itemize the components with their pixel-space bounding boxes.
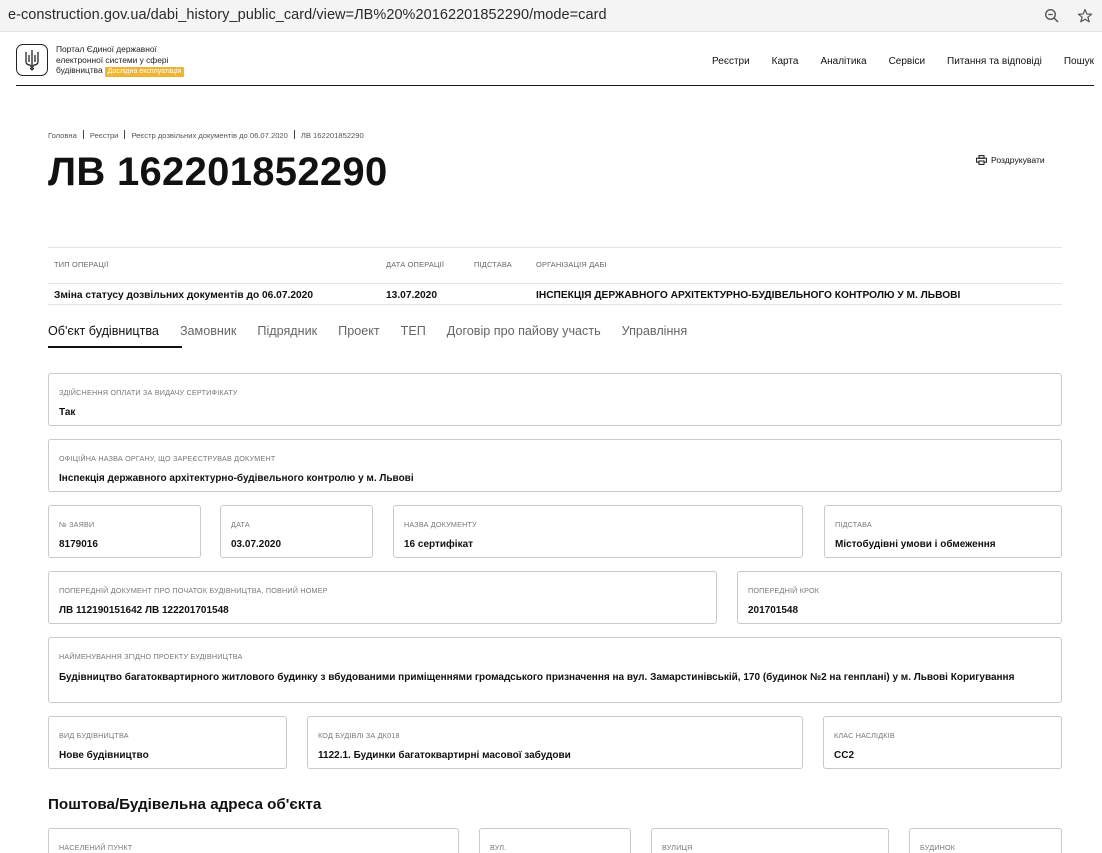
field-label: КОД БУДІВЛІ ЗА ДК018 bbox=[318, 731, 400, 740]
page-title: ЛВ 162201852290 bbox=[48, 150, 388, 194]
field-label: ОФІЦІЙНА НАЗВА ОРГАНУ, ЩО ЗАРЕЄСТРУВАВ Д… bbox=[59, 454, 276, 463]
field-value: 201701548 bbox=[748, 605, 799, 616]
field-previous-step: ПОПЕРЕДНІЙ КРОК 201701548 bbox=[737, 571, 1062, 624]
field-street: ВУЛИЦЯ bbox=[651, 828, 889, 853]
field-previous-document: ПОПЕРЕДНІЙ ДОКУМЕНТ ПРО ПОЧАТОК БУДІВНИЦ… bbox=[48, 571, 717, 624]
field-value: СС2 bbox=[834, 750, 855, 761]
beta-badge: Дослідна експлуатація bbox=[104, 67, 185, 78]
field-date: ДАТА 03.07.2020 bbox=[220, 505, 373, 558]
tab-management[interactable]: Управління bbox=[622, 324, 688, 346]
field-value: Будівництво багатоквартирного житлового … bbox=[59, 672, 1015, 683]
active-tab-indicator bbox=[48, 346, 182, 348]
printer-icon bbox=[976, 155, 987, 165]
breadcrumb-separator bbox=[293, 130, 295, 139]
field-org-name: ОФІЦІЙНА НАЗВА ОРГАНУ, ЩО ЗАРЕЄСТРУВАВ Д… bbox=[48, 439, 1062, 492]
field-label: НАСЕЛЕНИЙ ПУНКТ bbox=[59, 843, 133, 852]
nav-services[interactable]: Сервіси bbox=[889, 56, 925, 67]
breadcrumb-current: ЛВ 162201852290 bbox=[300, 131, 364, 140]
tab-bar: Об'єкт будівництва Замовник Підрядник Пр… bbox=[48, 324, 708, 348]
field-value: ЛВ 112190151642 ЛВ 122201701548 bbox=[59, 605, 229, 616]
operation-date-value: 13.07.2020 bbox=[386, 290, 437, 301]
field-label: НАЗВА ДОКУМЕНТУ bbox=[404, 520, 477, 529]
tab-contractor[interactable]: Підрядник bbox=[257, 324, 317, 346]
nav-registries[interactable]: Реєстри bbox=[712, 56, 750, 67]
field-label: № ЗАЯВИ bbox=[59, 520, 95, 529]
table-divider bbox=[48, 283, 1062, 284]
logo-line-1: Портал Єдиної державної bbox=[56, 44, 157, 54]
breadcrumb-home[interactable]: Головна bbox=[48, 131, 77, 140]
main-nav: Реєстри Карта Аналітика Сервіси Питання … bbox=[690, 56, 1094, 67]
logo-line-2: електронної системи у сфері bbox=[56, 54, 169, 65]
nav-search[interactable]: Пошук bbox=[1064, 56, 1094, 67]
field-value: Так bbox=[59, 407, 76, 418]
col-header-operation-type: ТИП ОПЕРАЦІЇ bbox=[54, 260, 109, 269]
trident-logo-icon[interactable] bbox=[16, 44, 48, 76]
field-label: ПІДСТАВА bbox=[835, 520, 872, 529]
field-label: ПОПЕРЕДНІЙ КРОК bbox=[748, 586, 820, 595]
field-value: Містобудівні умови і обмеження bbox=[835, 539, 996, 550]
field-value: 8179016 bbox=[59, 539, 98, 550]
field-label: ВУЛИЦЯ bbox=[662, 843, 693, 852]
nav-map[interactable]: Карта bbox=[772, 56, 799, 67]
field-value: 1122.1. Будинки багатоквартирні масової … bbox=[318, 750, 571, 761]
field-street-type: ВУЛ. bbox=[479, 828, 631, 853]
col-header-basis: ПІДСТАВА bbox=[474, 260, 512, 269]
operation-type-value: Зміна статусу дозвільних документів до 0… bbox=[54, 290, 313, 301]
field-label: ДАТА bbox=[231, 520, 250, 529]
breadcrumb: Головна Реєстри Реєстр дозвільних документ… bbox=[48, 130, 364, 140]
field-consequence-class: КЛАС НАСЛІДКІВ СС2 bbox=[823, 716, 1062, 769]
field-project-name: НАЙМЕНУВАННЯ ЗГІДНО ПРОЕКТУ БУДІВНИЦТВА … bbox=[48, 637, 1062, 703]
tab-shared-participation[interactable]: Договір про пайову участь bbox=[447, 324, 601, 346]
portal-logo-text[interactable]: Портал Єдиної державної електронної сист… bbox=[56, 44, 216, 78]
field-label: ПОПЕРЕДНІЙ ДОКУМЕНТ ПРО ПОЧАТОК БУДІВНИЦ… bbox=[59, 586, 328, 595]
field-building: БУДИНОК bbox=[909, 828, 1062, 853]
breadcrumb-registries[interactable]: Реєстри bbox=[90, 131, 119, 140]
field-application-number: № ЗАЯВИ 8179016 bbox=[48, 505, 201, 558]
nav-faq[interactable]: Питання та відповіді bbox=[947, 56, 1042, 67]
nav-analytics[interactable]: Аналітика bbox=[820, 56, 866, 67]
field-building-code: КОД БУДІВЛІ ЗА ДК018 1122.1. Будинки баг… bbox=[307, 716, 803, 769]
breadcrumb-registry[interactable]: Реєстр дозвільних документів до 06.07.20… bbox=[131, 131, 287, 140]
field-build-type: ВИД БУДІВНИЦТВА Нове будівництво bbox=[48, 716, 287, 769]
field-payment: ЗДІЙСНЕННЯ ОПЛАТИ ЗА ВИДАЧУ СЕРТИФІКАТУ … bbox=[48, 373, 1062, 426]
tab-construction-object[interactable]: Об'єкт будівництва bbox=[48, 324, 159, 346]
field-value: 03.07.2020 bbox=[231, 539, 282, 550]
field-label: ВУЛ. bbox=[490, 843, 507, 852]
print-label: Роздрукувати bbox=[991, 155, 1045, 165]
dabi-org-value: ІНСПЕКЦІЯ ДЕРЖАВНОГО АРХІТЕКТУРНО-БУДІВЕ… bbox=[536, 290, 961, 301]
url-text[interactable]: e-construction.gov.ua/dabi_history_publi… bbox=[8, 7, 607, 23]
tab-customer[interactable]: Замовник bbox=[180, 324, 236, 346]
zoom-out-icon[interactable] bbox=[1042, 6, 1062, 26]
field-value: Інспекція державного архітектурно-будіве… bbox=[59, 473, 414, 484]
field-label: ЗДІЙСНЕННЯ ОПЛАТИ ЗА ВИДАЧУ СЕРТИФІКАТУ bbox=[59, 388, 238, 397]
field-settlement: НАСЕЛЕНИЙ ПУНКТ bbox=[48, 828, 459, 853]
field-document-name: НАЗВА ДОКУМЕНТУ 16 сертифікат bbox=[393, 505, 803, 558]
field-basis: ПІДСТАВА Містобудівні умови і обмеження bbox=[824, 505, 1062, 558]
field-value: 16 сертифікат bbox=[404, 539, 474, 550]
field-label: БУДИНОК bbox=[920, 843, 956, 852]
breadcrumb-separator bbox=[82, 130, 84, 139]
breadcrumb-separator bbox=[124, 130, 126, 139]
address-section-title: Поштова/Будівельна адреса об'єкта bbox=[48, 796, 322, 813]
field-label: ВИД БУДІВНИЦТВА bbox=[59, 731, 129, 740]
field-label: НАЙМЕНУВАННЯ ЗГІДНО ПРОЕКТУ БУДІВНИЦТВА bbox=[59, 652, 243, 661]
logo-line-3: будівництва bbox=[56, 65, 103, 76]
col-header-dabi-org: ОРГАНІЗАЦІЯ ДАБІ bbox=[536, 260, 607, 269]
star-icon[interactable] bbox=[1075, 6, 1095, 26]
site-header: Портал Єдиної державної електронної сист… bbox=[16, 36, 1094, 86]
operation-table: ТИП ОПЕРАЦІЇ ДАТА ОПЕРАЦІЇ ПІДСТАВА ОРГА… bbox=[48, 247, 1062, 305]
print-button[interactable]: Роздрукувати bbox=[976, 155, 1045, 165]
col-header-operation-date: ДАТА ОПЕРАЦІЇ bbox=[386, 260, 445, 269]
field-label: КЛАС НАСЛІДКІВ bbox=[834, 731, 895, 740]
tab-tep[interactable]: ТЕП bbox=[401, 324, 426, 346]
browser-address-bar[interactable]: e-construction.gov.ua/dabi_history_publi… bbox=[0, 0, 1102, 32]
tab-project[interactable]: Проект bbox=[338, 324, 379, 346]
field-value: Нове будівництво bbox=[59, 750, 149, 761]
